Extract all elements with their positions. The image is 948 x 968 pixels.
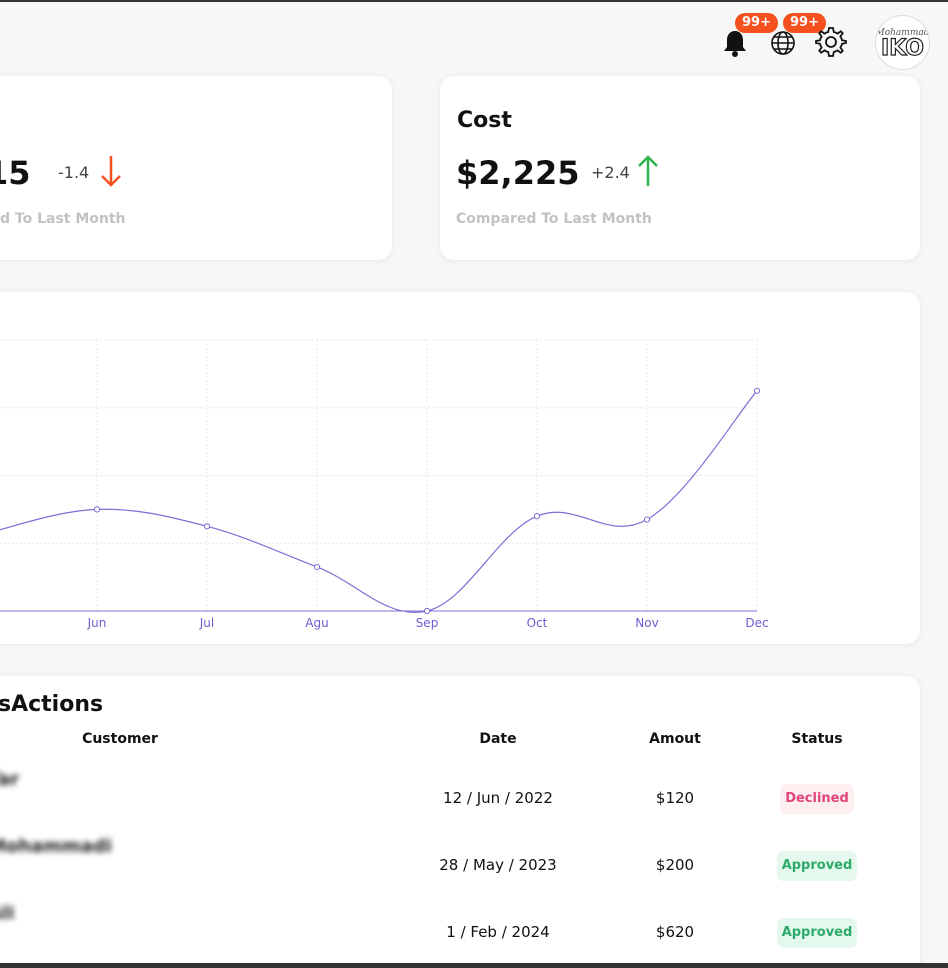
series-line [0,390,758,613]
transaction-amount: $120 [655,789,695,807]
transactions-title: sActions [0,692,104,717]
status-badge: Approved [777,918,857,948]
transaction-amount: $200 [655,856,695,874]
column-header-status: Status [791,731,843,747]
customer-name: Tar [0,769,19,790]
data-point-dec[interactable] [753,387,761,394]
customer-name: Ali [0,903,15,924]
data-point-agu[interactable] [313,563,321,571]
chart-grid [0,339,758,612]
column-header-amount: Amout [649,731,701,747]
window-top-border [0,0,948,2]
transaction-amount: $620 [655,923,695,941]
bell-icon [724,31,746,57]
x-tick-label: Oct [527,616,548,630]
data-point-oct[interactable] [533,513,541,520]
settings-button[interactable] [814,25,848,59]
x-tick-label: Nov [635,616,658,630]
transaction-date: 28 / May / 2023 [439,856,557,874]
status-badge: Declined [780,784,854,814]
x-tick-label: Sep [416,616,439,630]
transaction-date: 12 / Jun / 2022 [443,789,553,807]
user-avatar[interactable]: Mohammad IKO [875,15,930,70]
stat-card-value: $2,225 [456,154,580,192]
stat-card-subtitle: Compared To Last Month [456,211,652,227]
avatar-monogram: IKO [880,35,924,61]
stat-card-cost: Cost $2,225 +2.4 Compared To Last Month [440,76,920,260]
arrow-up-icon [638,155,658,186]
column-header-date: Date [479,731,517,747]
transaction-date: 1 / Feb / 2024 [446,923,550,941]
stat-card-title: Cost [457,108,512,133]
globe-icon [771,31,795,55]
stat-card-value: 15 [0,154,31,192]
status-badge: Approved [777,851,857,881]
stat-card-delta: -1.4 [58,163,90,182]
x-tick-label: Jul [199,616,214,630]
x-tick-label: Dec [745,616,768,630]
stat-card-subtitle: d To Last Month [0,211,126,227]
data-point-jun[interactable] [93,506,101,513]
stat-card-delta: +2.4 [591,163,630,182]
customer-name: Mohammadi [0,836,112,857]
data-point-sep[interactable] [423,607,431,615]
stat-card-1: 15 -1.4 d To Last Month [0,76,392,260]
window-bottom-border [0,963,948,968]
arrow-down-icon [101,156,121,187]
column-header-customer: Customer [82,731,158,747]
gear-icon [815,27,847,57]
data-point-nov[interactable] [643,516,651,523]
x-tick-label: Jun [87,616,107,630]
data-point-jul[interactable] [203,523,211,530]
line-chart: Jun Jul Agu Sep Oct Nov Dec [0,339,769,630]
x-tick-label: Agu [305,616,328,630]
